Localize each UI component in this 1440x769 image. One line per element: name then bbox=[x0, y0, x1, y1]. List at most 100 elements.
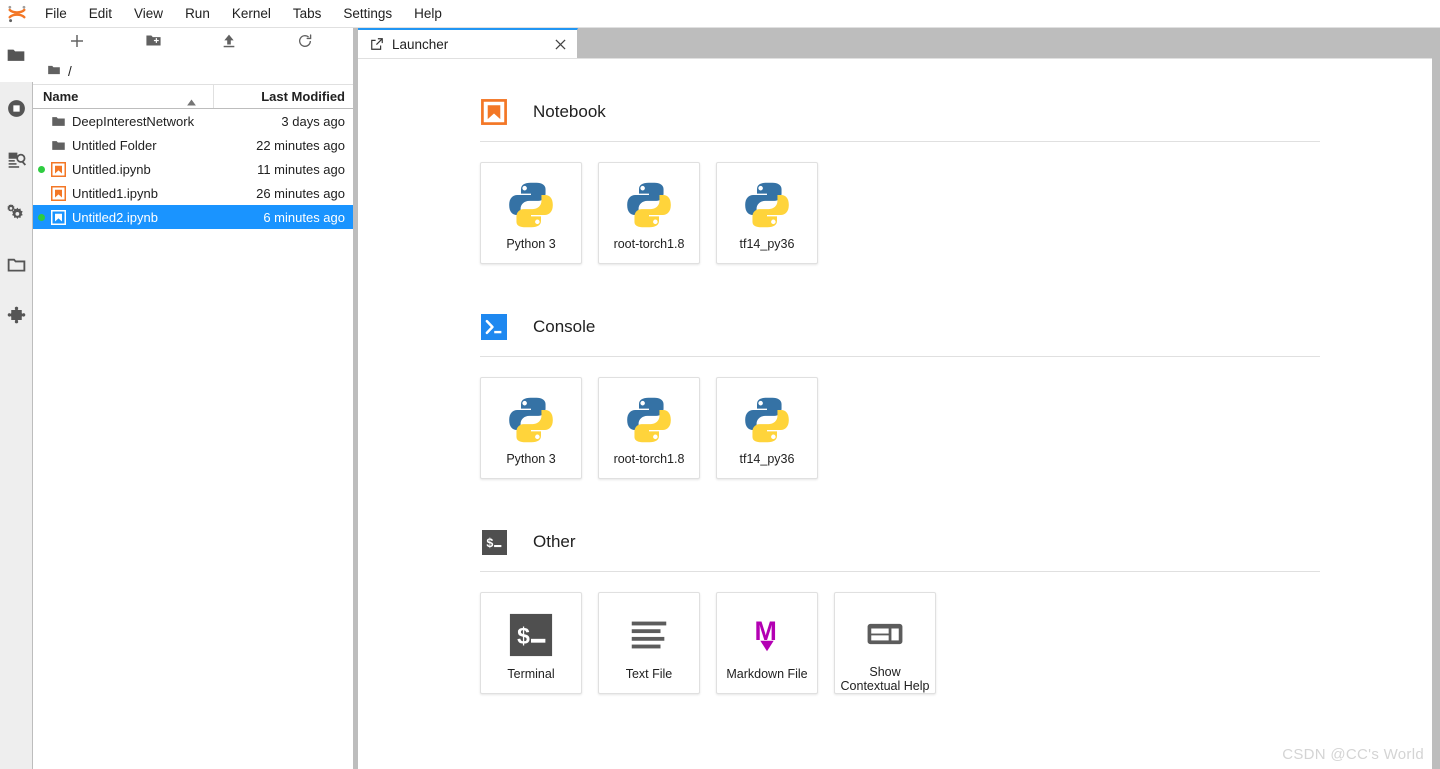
launcher-section-other: $ Other $ Terminal Text File M Markdown … bbox=[480, 525, 1440, 694]
card-label: Show Contextual Help bbox=[840, 665, 930, 693]
menu-tabs[interactable]: Tabs bbox=[282, 0, 333, 28]
text-file-icon bbox=[626, 607, 672, 663]
file-name: Untitled1.ipynb bbox=[72, 185, 158, 201]
svg-text:$: $ bbox=[486, 537, 494, 551]
file-modified: 3 days ago bbox=[281, 113, 345, 129]
folder-icon bbox=[47, 138, 69, 153]
console-card-list: Python 3 root-torch1.8 tf14_py36 bbox=[480, 377, 1440, 479]
section-title: Notebook bbox=[533, 102, 606, 121]
stop-circle-icon bbox=[6, 98, 27, 119]
other-card-list: $ Terminal Text File M Markdown File Sho… bbox=[480, 592, 1440, 694]
launcher-panel: Notebook Python 3 root-torch1.8 tf14_py3… bbox=[358, 58, 1440, 769]
file-browser-toolbar bbox=[33, 28, 353, 58]
card-label: tf14_py36 bbox=[739, 452, 795, 466]
menu-file[interactable]: File bbox=[34, 0, 78, 28]
close-icon[interactable] bbox=[551, 35, 569, 53]
launcher-card-root-torch18[interactable]: root-torch1.8 bbox=[598, 162, 700, 264]
launcher-section-console: Console Python 3 root-torch1.8 tf14_py36 bbox=[480, 310, 1440, 479]
table-row[interactable]: Untitled Folder 22 minutes ago bbox=[33, 133, 353, 157]
breadcrumb-path: / bbox=[68, 63, 72, 79]
new-folder-button[interactable] bbox=[115, 29, 191, 57]
terminal-icon: $ bbox=[508, 607, 554, 663]
sidebar-item-file-browser[interactable] bbox=[0, 28, 33, 82]
vertical-scrollbar[interactable] bbox=[1432, 58, 1440, 769]
launcher-card-text-file[interactable]: Text File bbox=[598, 592, 700, 694]
card-label: root-torch1.8 bbox=[613, 237, 685, 251]
jupyterlab-window: File Edit View Run Kernel Tabs Settings … bbox=[0, 0, 1440, 769]
table-row[interactable]: Untitled2.ipynb 6 minutes ago bbox=[33, 205, 353, 229]
sort-ascending-icon bbox=[186, 94, 197, 109]
notebook-card-list: Python 3 root-torch1.8 tf14_py36 bbox=[480, 162, 1440, 264]
notebook-icon bbox=[47, 185, 69, 201]
menu-run[interactable]: Run bbox=[174, 0, 221, 28]
launcher-card-tf14-py36[interactable]: tf14_py36 bbox=[716, 162, 818, 264]
file-name: Untitled.ipynb bbox=[72, 161, 151, 177]
python-logo-icon bbox=[742, 177, 792, 233]
terminal-icon: $ bbox=[480, 528, 508, 556]
jupyter-logo-icon bbox=[0, 0, 34, 28]
menu-kernel[interactable]: Kernel bbox=[221, 0, 282, 28]
sidebar-item-command-palette[interactable] bbox=[0, 134, 33, 186]
launcher-card-show-contextual-help[interactable]: Show Contextual Help bbox=[834, 592, 936, 694]
launcher-card-terminal[interactable]: $ Terminal bbox=[480, 592, 582, 694]
column-header-name[interactable]: Name bbox=[33, 85, 214, 108]
document-search-icon bbox=[6, 150, 27, 171]
kernel-running-indicator bbox=[38, 214, 45, 221]
launcher-card-python3[interactable]: Python 3 bbox=[480, 162, 582, 264]
menu-bar: File Edit View Run Kernel Tabs Settings … bbox=[0, 0, 1440, 28]
launcher-section-notebook: Notebook Python 3 root-torch1.8 tf14_py3… bbox=[480, 95, 1440, 264]
folder-icon bbox=[47, 114, 69, 129]
refresh-icon bbox=[297, 33, 313, 54]
gears-icon bbox=[5, 201, 27, 223]
section-title: Other bbox=[533, 532, 576, 551]
notebook-icon bbox=[47, 209, 69, 225]
tab-bar: Launcher bbox=[358, 28, 1440, 58]
puzzle-icon bbox=[6, 306, 27, 327]
sidebar-item-open-tabs[interactable] bbox=[0, 238, 33, 290]
menu-edit[interactable]: Edit bbox=[78, 0, 123, 28]
launcher-card-markdown-file[interactable]: M Markdown File bbox=[716, 592, 818, 694]
file-list: DeepInterestNetwork 3 days ago Untitled … bbox=[33, 109, 353, 769]
section-title: Console bbox=[533, 317, 596, 336]
launcher-card-console-root-torch18[interactable]: root-torch1.8 bbox=[598, 377, 700, 479]
file-name: Untitled Folder bbox=[72, 137, 157, 153]
file-modified: 22 minutes ago bbox=[256, 137, 345, 153]
table-row[interactable]: DeepInterestNetwork 3 days ago bbox=[33, 109, 353, 133]
sidebar-item-running[interactable] bbox=[0, 82, 33, 134]
python-logo-icon bbox=[624, 177, 674, 233]
launcher-card-console-tf14-py36[interactable]: tf14_py36 bbox=[716, 377, 818, 479]
new-launcher-button[interactable] bbox=[39, 29, 115, 57]
table-row[interactable]: Untitled.ipynb 11 minutes ago bbox=[33, 157, 353, 181]
menu-view[interactable]: View bbox=[123, 0, 174, 28]
breadcrumb[interactable]: / bbox=[33, 58, 353, 84]
new-folder-icon bbox=[145, 32, 162, 54]
column-header-last-modified[interactable]: Last Modified bbox=[214, 89, 353, 104]
column-header-name-label: Name bbox=[43, 89, 79, 104]
refresh-button[interactable] bbox=[267, 29, 343, 57]
file-modified: 6 minutes ago bbox=[263, 209, 345, 225]
tab-launcher[interactable]: Launcher bbox=[358, 28, 578, 58]
upload-button[interactable] bbox=[191, 29, 267, 57]
menu-help[interactable]: Help bbox=[403, 0, 453, 28]
file-modified: 26 minutes ago bbox=[256, 185, 345, 201]
watermark: CSDN @CC's World bbox=[1282, 746, 1424, 763]
upload-icon bbox=[221, 33, 237, 54]
table-row[interactable]: Untitled1.ipynb 26 minutes ago bbox=[33, 181, 353, 205]
card-label: tf14_py36 bbox=[739, 237, 795, 251]
section-divider bbox=[480, 571, 1320, 572]
activity-sidebar bbox=[0, 28, 33, 769]
file-browser-panel: / Name Last Modified DeepInterestNetwork… bbox=[33, 28, 353, 769]
sidebar-item-extensions[interactable] bbox=[0, 290, 33, 342]
file-modified: 11 minutes ago bbox=[257, 161, 345, 177]
menu-settings[interactable]: Settings bbox=[332, 0, 403, 28]
contextual-help-icon bbox=[863, 607, 907, 661]
launcher-card-console-python3[interactable]: Python 3 bbox=[480, 377, 582, 479]
file-name: Untitled2.ipynb bbox=[72, 209, 158, 225]
section-divider bbox=[480, 356, 1320, 357]
sidebar-item-kernels[interactable] bbox=[0, 186, 33, 238]
console-icon bbox=[480, 313, 508, 341]
python-logo-icon bbox=[742, 392, 792, 448]
svg-text:$: $ bbox=[517, 625, 531, 651]
card-label: Text File bbox=[625, 667, 673, 681]
card-label: Python 3 bbox=[506, 452, 556, 466]
